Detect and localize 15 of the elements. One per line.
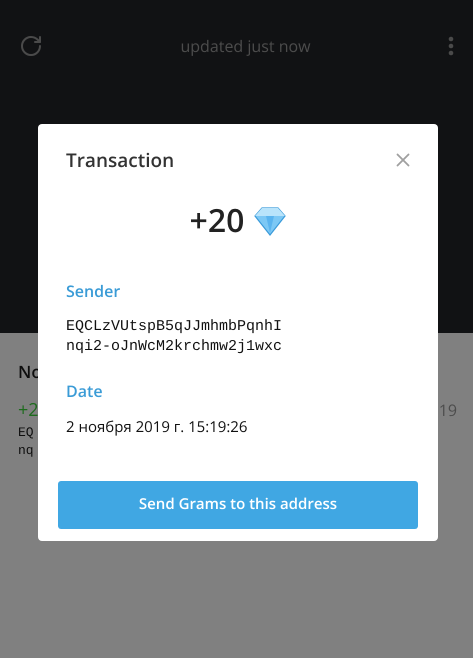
more-menu-icon[interactable] bbox=[448, 36, 454, 56]
address-text: EQCLzVUtspB5qJJmhmbPqnhI bbox=[66, 316, 282, 336]
diamond-icon bbox=[254, 206, 286, 236]
dialog-title: Transaction bbox=[66, 146, 174, 174]
amount-value: +20 bbox=[190, 198, 244, 244]
status-text: updated just now bbox=[180, 34, 311, 58]
address-text: nqi2-oJnWcM2krchmw2j1wxc bbox=[66, 336, 282, 356]
address-text: EQ bbox=[18, 424, 34, 442]
field-label: Date bbox=[66, 378, 103, 402]
send-button[interactable]: Send Grams to this address bbox=[58, 480, 418, 528]
field-label: Sender bbox=[66, 278, 120, 302]
field-value: 2 ноября 2019 г. 15:19:26 bbox=[66, 416, 248, 436]
refresh-icon[interactable] bbox=[19, 34, 43, 58]
amount-text: +2 bbox=[18, 396, 39, 424]
address-text: nq bbox=[18, 442, 34, 460]
